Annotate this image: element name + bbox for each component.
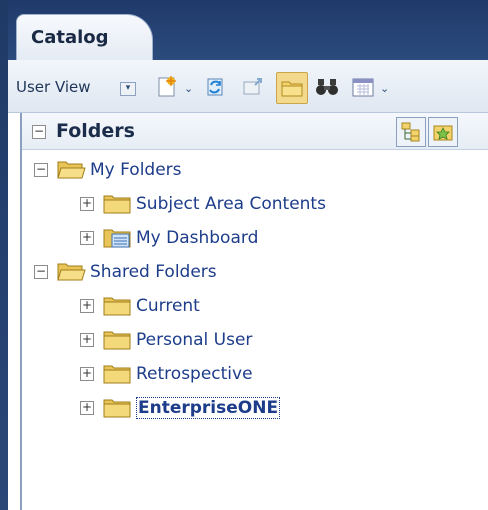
tree-node-label: Current — [136, 296, 200, 316]
dashboard-folder-icon — [103, 229, 131, 248]
expand-icon[interactable]: + — [80, 401, 94, 415]
left-border — [0, 0, 8, 510]
folders-title: Folders — [56, 120, 135, 142]
user-view-label: User View — [16, 78, 91, 96]
user-view-dropdown-icon[interactable]: ▾ — [120, 82, 136, 96]
tree-node-enterpriseone[interactable]: + EnterpriseONE — [80, 393, 281, 423]
tree-node-label: Shared Folders — [90, 262, 217, 282]
expand-icon[interactable]: + — [80, 299, 94, 313]
collapse-icon[interactable]: − — [34, 265, 48, 279]
search-binoculars-icon[interactable] — [312, 72, 342, 102]
calendar-dropdown-icon[interactable]: ⌄ — [380, 82, 389, 95]
expand-icon[interactable]: + — [80, 367, 94, 381]
tree-view-icon[interactable] — [396, 117, 426, 147]
folders-panel-header: − Folders — [22, 113, 488, 150]
tree-node-label: Personal User — [136, 330, 253, 350]
catalog-toolbar: User View ▾ ⌄ ⌄ — [8, 60, 488, 113]
collapse-icon[interactable]: − — [34, 163, 48, 177]
open-folder-icon — [57, 263, 86, 281]
tree-node-label: Subject Area Contents — [136, 194, 326, 214]
catalog-window: Catalog User View ▾ ⌄ ⌄ − Folders − My F… — [0, 0, 488, 510]
expand-icon[interactable]: + — [80, 333, 94, 347]
tree-node-label: My Folders — [90, 160, 182, 180]
tree-node-label: My Dashboard — [136, 228, 259, 248]
favorites-folder-icon[interactable] — [428, 117, 458, 147]
folder-icon — [103, 297, 131, 316]
folders-collapse-icon[interactable]: − — [32, 125, 46, 139]
tree-node-personal-user[interactable]: + Personal User — [80, 325, 252, 355]
tree-node-label: Retrospective — [136, 364, 253, 384]
tree-node-label: EnterpriseONE — [136, 397, 281, 419]
refresh-icon[interactable] — [200, 72, 230, 102]
open-folder-icon — [57, 161, 86, 179]
folder-icon — [103, 195, 131, 214]
tree-node-current[interactable]: + Current — [80, 291, 200, 321]
move-icon[interactable] — [238, 72, 268, 102]
expand-icon[interactable]: + — [80, 197, 94, 211]
tree-node-subject-area-contents[interactable]: + Subject Area Contents — [80, 189, 326, 219]
tree-node-my-folders[interactable]: − My Folders — [34, 155, 182, 185]
folders-view-icon[interactable] — [276, 72, 308, 104]
tree-node-my-dashboard[interactable]: + My Dashboard — [80, 223, 258, 253]
new-icon[interactable] — [152, 72, 182, 102]
new-dropdown-icon[interactable]: ⌄ — [184, 82, 193, 95]
folder-icon — [103, 365, 131, 384]
folders-panel: − Folders − My Folders + Subject Area Co… — [20, 113, 488, 510]
tab-catalog[interactable]: Catalog — [16, 14, 153, 61]
tree-node-shared-folders[interactable]: − Shared Folders — [34, 257, 217, 287]
expand-icon[interactable]: + — [80, 231, 94, 245]
tree-node-retrospective[interactable]: + Retrospective — [80, 359, 253, 389]
tab-catalog-label: Catalog — [31, 27, 109, 48]
calendar-icon[interactable] — [348, 72, 378, 102]
folder-icon — [103, 399, 131, 418]
folder-icon — [103, 331, 131, 350]
